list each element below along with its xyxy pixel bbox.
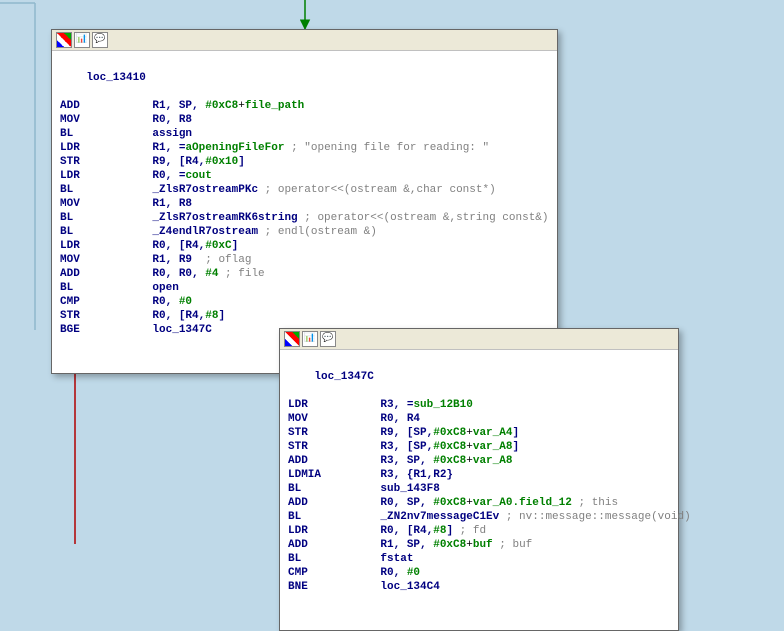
asm-line: LDR R3, =sub_12B10 — [288, 398, 670, 412]
asm-line: MOV R0, R8 — [60, 113, 549, 127]
asm-line: BL sub_143F8 — [288, 482, 670, 496]
asm-line: STR R0, [R4,#8] — [60, 309, 549, 323]
asm-line: LDR R1, =aOpeningFileFor ; "opening file… — [60, 141, 549, 155]
asm-line: CMP R0, #0 — [60, 295, 549, 309]
asm-line: CMP R0, #0 — [288, 566, 670, 580]
asm-line: LDR R0, =cout — [60, 169, 549, 183]
asm-line: BL _ZlsR7ostreamPKc ; operator<<(ostream… — [60, 183, 549, 197]
asm-line: BL assign — [60, 127, 549, 141]
asm-line: BL fstat — [288, 552, 670, 566]
asm-line: MOV R1, R8 — [60, 197, 549, 211]
asm-line: ADD R3, SP, #0xC8+var_A8 — [288, 454, 670, 468]
asm-line: ADD R1, SP, #0xC8+buf ; buf — [288, 538, 670, 552]
chart-icon[interactable]: 📊 — [74, 32, 90, 48]
node-body: loc_13410 ADD R1, SP, #0xC8+file_pathMOV… — [52, 51, 557, 373]
asm-line: LDR R0, [R4,#8] ; fd — [288, 524, 670, 538]
asm-line: ADD R1, SP, #0xC8+file_path — [60, 99, 549, 113]
node-header: 📊 💬 — [280, 329, 678, 350]
block-label: loc_13410 — [86, 72, 145, 84]
color-icon[interactable] — [56, 32, 72, 48]
asm-line: LDR R0, [R4,#0xC] — [60, 239, 549, 253]
asm-line: MOV R0, R4 — [288, 412, 670, 426]
asm-line: MOV R1, R9 ; oflag — [60, 253, 549, 267]
block-label: loc_1347C — [314, 371, 373, 383]
asm-line: ADD R0, R0, #4 ; file — [60, 267, 549, 281]
node-body: loc_1347C LDR R3, =sub_12B10MOV R0, R4ST… — [280, 350, 678, 630]
disasm-node-loc-13410[interactable]: 📊 💬 loc_13410 ADD R1, SP, #0xC8+file_pat… — [51, 29, 558, 374]
chart-icon[interactable]: 📊 — [302, 331, 318, 347]
color-icon[interactable] — [284, 331, 300, 347]
asm-line: BL _ZlsR7ostreamRK6string ; operator<<(o… — [60, 211, 549, 225]
asm-line: ADD R0, SP, #0xC8+var_A0.field_12 ; this — [288, 496, 670, 510]
disasm-node-loc-1347c[interactable]: 📊 💬 loc_1347C LDR R3, =sub_12B10MOV R0, … — [279, 328, 679, 631]
asm-line: STR R9, [SP,#0xC8+var_A4] — [288, 426, 670, 440]
asm-line: BL open — [60, 281, 549, 295]
msg-icon[interactable]: 💬 — [320, 331, 336, 347]
asm-line: BNE loc_134C4 — [288, 580, 670, 594]
asm-line: STR R9, [R4,#0x10] — [60, 155, 549, 169]
asm-line: STR R3, [SP,#0xC8+var_A8] — [288, 440, 670, 454]
asm-line: LDMIA R3, {R1,R2} — [288, 468, 670, 482]
asm-line: BL _Z4endlR7ostream ; endl(ostream &) — [60, 225, 549, 239]
msg-icon[interactable]: 💬 — [92, 32, 108, 48]
node-header: 📊 💬 — [52, 30, 557, 51]
asm-line: BL _ZN2nv7messageC1Ev ; nv::message::mes… — [288, 510, 670, 524]
